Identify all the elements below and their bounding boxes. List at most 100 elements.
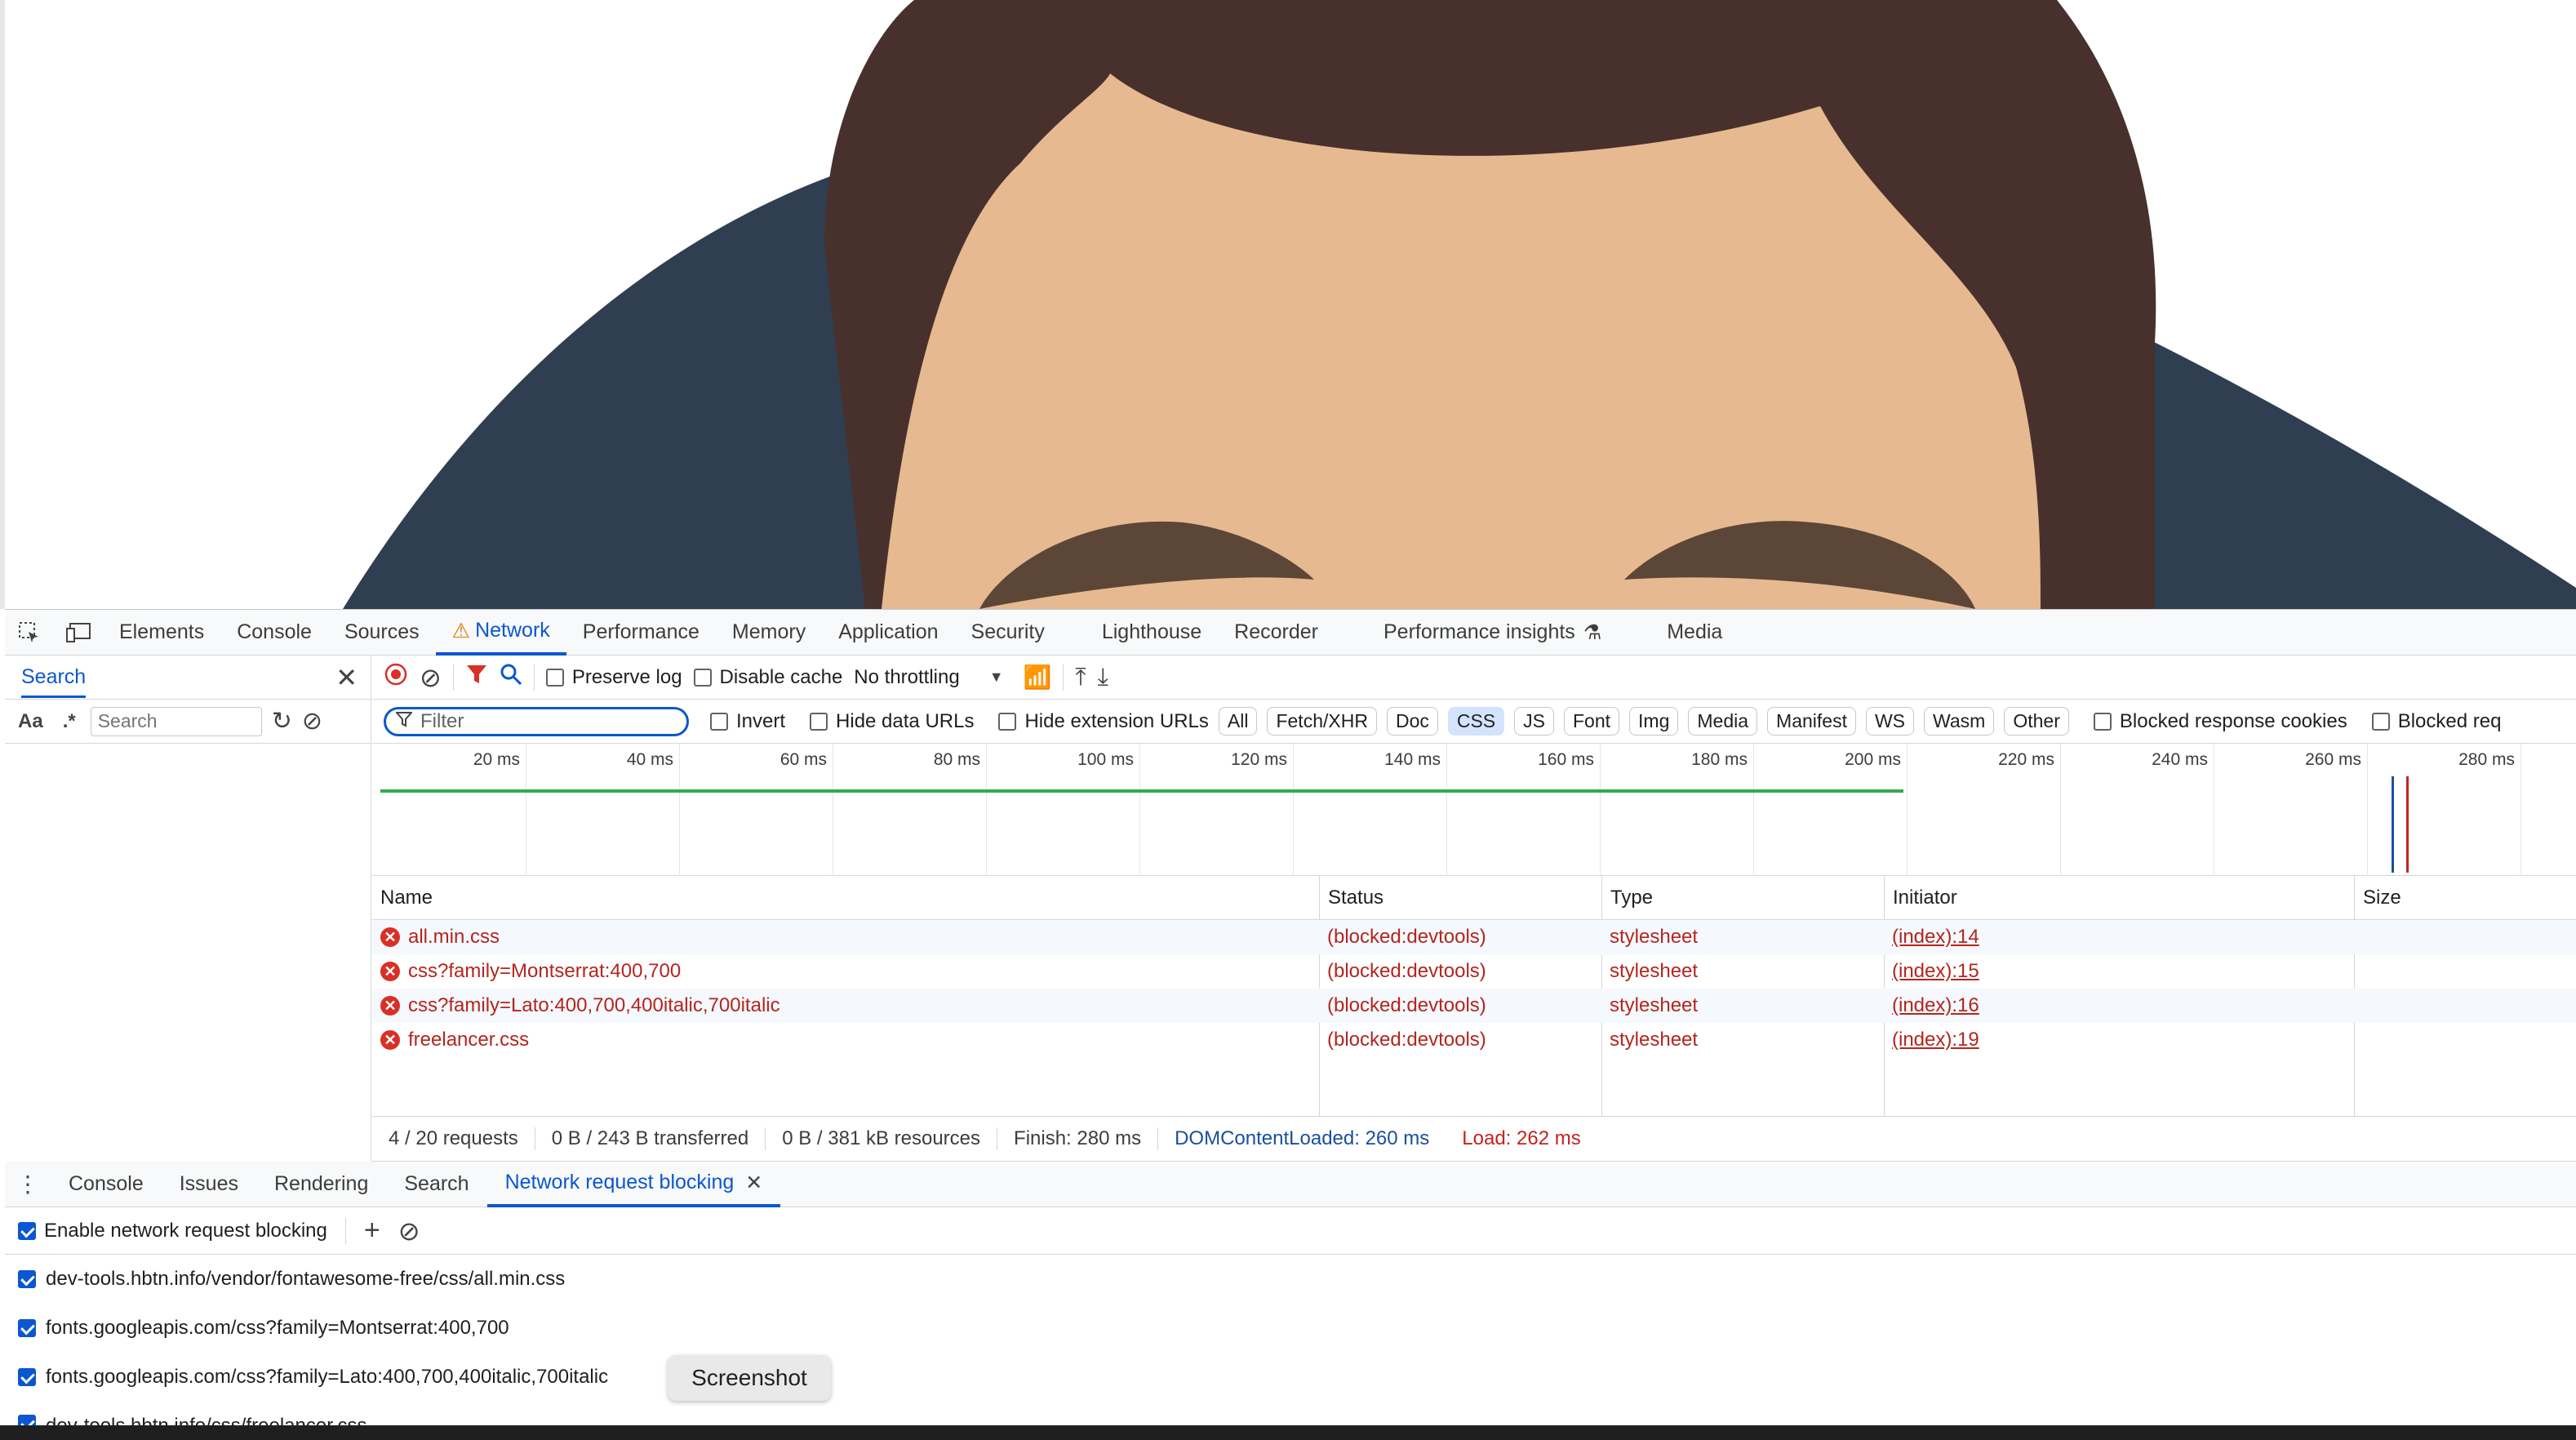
tab-network[interactable]: ⚠ Network	[435, 610, 566, 656]
tab-security[interactable]: Security	[955, 610, 1061, 656]
window-bottom-edge	[0, 1425, 2576, 1440]
checkbox[interactable]	[810, 712, 828, 731]
download-icon[interactable]: ⤓	[1098, 664, 1108, 691]
refresh-icon[interactable]: ↻	[272, 707, 292, 736]
requests-table-header: Name Status Type Initiator Size	[372, 876, 2576, 920]
filter-all[interactable]: All	[1218, 707, 1258, 736]
inspect-element-icon[interactable]	[5, 610, 54, 656]
filter-js[interactable]: JS	[1514, 707, 1554, 736]
resources-size: 0 B / 381 kB resources	[766, 1127, 998, 1150]
tab-memory[interactable]: Memory	[716, 610, 822, 656]
checkbox[interactable]	[18, 1368, 36, 1386]
network-toolbar: ⊘ Preserve log Disable cache No throttli…	[372, 656, 2576, 700]
filter-icon[interactable]	[465, 663, 488, 691]
blocking-pattern-item[interactable]: dev-tools.hbtn.info/vendor/fontawesome-f…	[5, 1255, 2576, 1304]
invert-checkbox[interactable]: Invert	[710, 710, 785, 733]
filter-img[interactable]: Img	[1629, 707, 1679, 736]
filter-fetch-xhr[interactable]: Fetch/XHR	[1267, 707, 1377, 736]
match-case-toggle[interactable]: Aa	[13, 710, 48, 733]
more-options-icon[interactable]: ⋮	[5, 1171, 51, 1198]
table-row[interactable]: ✕ all.min.css (blocked:devtools) styleshe…	[372, 920, 2576, 954]
request-initiator-link[interactable]: (index):14	[1884, 920, 1979, 954]
checkbox[interactable]	[2371, 712, 2390, 731]
checkbox[interactable]	[998, 712, 1017, 731]
filter-ws[interactable]: WS	[1865, 707, 1915, 736]
screenshot-tooltip: Screenshot	[668, 1355, 831, 1401]
clear-icon[interactable]: ⊘	[302, 707, 322, 736]
tab-performance-insights[interactable]: Performance insights ⚗	[1367, 610, 1618, 656]
checkbox[interactable]	[2093, 712, 2112, 731]
enable-blocking-checkbox[interactable]: Enable network request blocking	[18, 1220, 327, 1242]
tab-recorder[interactable]: Recorder	[1218, 610, 1335, 656]
table-row[interactable]: ✕ css?family=Lato:400,700,400italic,700it…	[372, 989, 2576, 1023]
table-row[interactable]: ✕ css?family=Montserrat:400,700 (blocked:…	[372, 954, 2576, 989]
close-icon[interactable]: ✕	[335, 662, 358, 693]
tab-media[interactable]: Media	[1650, 610, 1739, 656]
tab-elements[interactable]: Elements	[103, 610, 220, 656]
filter-media[interactable]: Media	[1688, 707, 1758, 736]
preserve-log-checkbox[interactable]: Preserve log	[545, 666, 682, 689]
request-initiator-link[interactable]: (index):16	[1884, 989, 1979, 1023]
blocking-pattern-item[interactable]: fonts.googleapis.com/css?family=Montserr…	[5, 1304, 2576, 1353]
hide-extension-urls-checkbox[interactable]: Hide extension URLs	[998, 710, 1209, 733]
filter-css[interactable]: CSS	[1447, 707, 1505, 736]
drawer-tab-rendering[interactable]: Rendering	[256, 1162, 386, 1207]
dom-content-loaded-marker	[2392, 776, 2394, 873]
regex-toggle[interactable]: .*	[58, 710, 81, 733]
timeline-tick-label: 200 ms	[1845, 750, 1901, 769]
blocked-response-cookies-checkbox[interactable]: Blocked response cookies	[2093, 710, 2347, 733]
tab-sources[interactable]: Sources	[328, 610, 436, 656]
timeline-bar	[380, 789, 1903, 793]
filter-manifest[interactable]: Manifest	[1767, 707, 1856, 736]
search-icon[interactable]	[500, 663, 522, 691]
clear-icon[interactable]: ⊘	[420, 662, 442, 693]
close-icon[interactable]: ✕	[745, 1171, 762, 1195]
hide-data-urls-checkbox[interactable]: Hide data URLs	[810, 710, 974, 733]
checkbox[interactable]	[18, 1319, 36, 1337]
timeline-tick-label: 60 ms	[779, 750, 827, 769]
column-type[interactable]: Type	[1601, 876, 1884, 919]
timeline-tick-label: 240 ms	[2152, 750, 2208, 769]
column-name[interactable]: Name	[372, 876, 1319, 919]
search-panel-title[interactable]: Search	[21, 665, 87, 698]
column-size[interactable]: Size	[2354, 876, 2576, 919]
timeline-tick-label: 180 ms	[1691, 750, 1748, 769]
request-initiator-link[interactable]: (index):15	[1884, 954, 1979, 989]
blocking-pattern-item[interactable]: fonts.googleapis.com/css?family=Lato:400…	[5, 1353, 2576, 1402]
filter-wasm[interactable]: Wasm	[1924, 707, 1995, 736]
request-status: (blocked:devtools)	[1327, 994, 1486, 1016]
network-overview-timeline[interactable]: 20 ms 40 ms 60 ms 80 ms 100 ms 120 ms 140 ms 16…	[372, 744, 2576, 876]
filter-input[interactable]: Filter	[384, 706, 689, 736]
upload-icon[interactable]: ⤒	[1075, 664, 1086, 691]
tab-performance[interactable]: Performance	[566, 610, 716, 656]
network-conditions-icon[interactable]: 📶	[1024, 664, 1052, 691]
filter-doc[interactable]: Doc	[1386, 707, 1438, 736]
drawer-tab-search[interactable]: Search	[386, 1162, 486, 1207]
table-row[interactable]: ✕ freelancer.css (blocked:devtools) style…	[372, 1023, 2576, 1057]
remove-all-patterns-icon[interactable]: ⊘	[398, 1216, 420, 1247]
drawer-tab-issues[interactable]: Issues	[162, 1162, 256, 1207]
record-icon[interactable]	[384, 662, 408, 692]
blocked-requests-checkbox[interactable]: Blocked req	[2371, 710, 2501, 733]
checkbox[interactable]	[545, 668, 564, 687]
device-toolbar-icon[interactable]	[54, 610, 103, 656]
request-initiator-link[interactable]: (index):19	[1884, 1023, 1979, 1057]
add-pattern-icon[interactable]: +	[364, 1215, 380, 1247]
checkbox[interactable]	[18, 1270, 36, 1288]
disable-cache-checkbox[interactable]: Disable cache	[693, 666, 842, 689]
throttling-select[interactable]: No throttling ▼	[854, 666, 1003, 689]
filter-other[interactable]: Other	[2004, 707, 2069, 736]
tab-console[interactable]: Console	[220, 610, 328, 656]
drawer-tab-console[interactable]: Console	[51, 1162, 162, 1207]
column-initiator[interactable]: Initiator	[1884, 876, 2354, 919]
tab-lighthouse[interactable]: Lighthouse	[1086, 610, 1218, 656]
filter-font[interactable]: Font	[1564, 707, 1620, 736]
search-input[interactable]	[90, 706, 262, 736]
timeline-tick-label: 280 ms	[2458, 750, 2515, 769]
checkbox[interactable]	[18, 1221, 36, 1240]
column-status[interactable]: Status	[1319, 876, 1601, 919]
tab-application[interactable]: Application	[822, 610, 954, 656]
checkbox[interactable]	[710, 712, 728, 731]
drawer-tab-network-request-blocking[interactable]: Network request blocking ✕	[486, 1162, 781, 1207]
checkbox[interactable]	[693, 668, 712, 687]
